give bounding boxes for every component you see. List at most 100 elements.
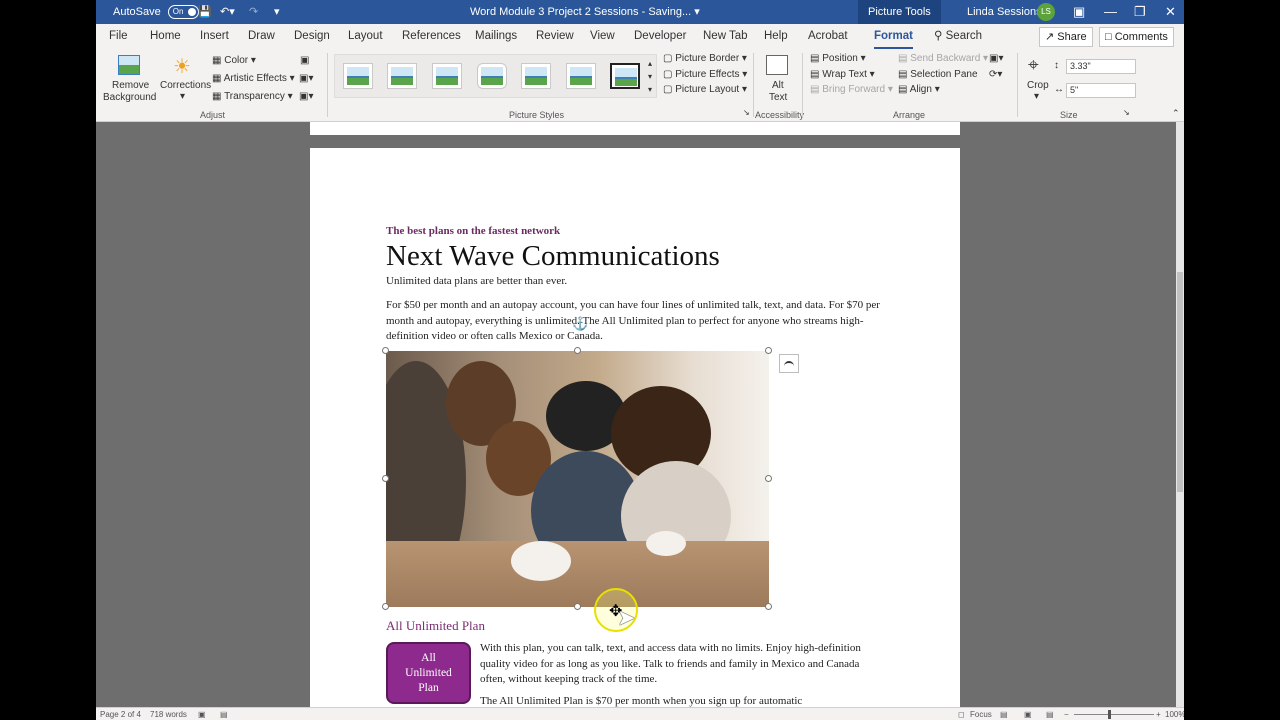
- tagline[interactable]: The best plans on the fastest network: [386, 225, 560, 237]
- tab-references[interactable]: References: [402, 24, 461, 49]
- remove-background-icon[interactable]: [118, 55, 140, 75]
- picture-style-thumbnail[interactable]: [521, 63, 551, 89]
- tab-acrobat[interactable]: Acrobat: [808, 24, 848, 49]
- height-input[interactable]: 3.33": [1066, 59, 1136, 74]
- close-icon[interactable]: ✕: [1165, 0, 1176, 24]
- print-layout-icon[interactable]: ▣: [1024, 710, 1032, 719]
- group-objects-icon[interactable]: ▣▾: [989, 53, 1003, 64]
- rotate-icon[interactable]: ⟳▾: [989, 69, 1002, 80]
- resize-handle-s[interactable]: [574, 603, 581, 610]
- width-input[interactable]: 5": [1066, 83, 1136, 98]
- read-mode-icon[interactable]: ▤: [1000, 710, 1008, 719]
- document-subtitle[interactable]: Unlimited data plans are better than eve…: [386, 275, 567, 287]
- resize-handle-w[interactable]: [382, 475, 389, 482]
- tab-mailings[interactable]: Mailings: [475, 24, 517, 49]
- macro-record-icon[interactable]: ▤: [220, 710, 228, 719]
- bring-forward-button[interactable]: ▤ Bring Forward ▾: [810, 84, 893, 95]
- resize-handle-se[interactable]: [765, 603, 772, 610]
- zoom-in-icon[interactable]: +: [1156, 710, 1161, 719]
- remove-background-button[interactable]: Remove: [112, 80, 149, 91]
- picture-style-thumbnail[interactable]: [610, 63, 640, 89]
- resize-handle-sw[interactable]: [382, 603, 389, 610]
- restore-icon[interactable]: ❐: [1134, 0, 1146, 24]
- crop-icon[interactable]: ⌖: [1028, 55, 1039, 77]
- plan-badge-shape[interactable]: All Unlimited Plan: [386, 642, 471, 704]
- picture-style-thumbnail[interactable]: [343, 63, 373, 89]
- gallery-scroll-up-icon[interactable]: ▴: [648, 59, 652, 68]
- zoom-slider[interactable]: [1074, 714, 1154, 715]
- page-count[interactable]: Page 2 of 4: [100, 710, 141, 719]
- ribbon-display-options-icon[interactable]: ▣: [1073, 0, 1085, 24]
- tab-insert[interactable]: Insert: [200, 24, 229, 49]
- zoom-out-icon[interactable]: −: [1064, 710, 1069, 719]
- gallery-more-icon[interactable]: ▾: [648, 85, 652, 94]
- picture-style-thumbnail[interactable]: [432, 63, 462, 89]
- color-button[interactable]: ▦ Color ▾: [212, 55, 256, 66]
- selected-picture[interactable]: [386, 351, 769, 607]
- plan-paragraph[interactable]: With this plan, you can talk, text, and …: [480, 641, 880, 688]
- redo-icon[interactable]: ↷: [249, 0, 258, 24]
- zoom-level[interactable]: 100%: [1165, 710, 1184, 719]
- picture-effects-button[interactable]: ▢ Picture Effects ▾: [663, 69, 747, 80]
- vertical-scrollbar[interactable]: [1176, 122, 1184, 707]
- resize-handle-ne[interactable]: [765, 347, 772, 354]
- focus-mode-icon[interactable]: ◻: [958, 710, 965, 719]
- save-icon[interactable]: 💾: [198, 0, 212, 24]
- word-count[interactable]: 718 words: [150, 710, 187, 719]
- tab-file[interactable]: File: [109, 24, 128, 49]
- tab-help[interactable]: Help: [764, 24, 788, 49]
- tab-design[interactable]: Design: [294, 24, 330, 49]
- tab-view[interactable]: View: [590, 24, 615, 49]
- artistic-effects-button[interactable]: ▦ Artistic Effects ▾: [212, 73, 295, 84]
- picture-border-button[interactable]: ▢ Picture Border ▾: [663, 53, 747, 64]
- alt-text-icon[interactable]: [766, 55, 788, 75]
- reset-picture-icon[interactable]: ▣▾: [299, 91, 313, 102]
- zoom-slider-thumb[interactable]: [1108, 710, 1111, 719]
- position-button[interactable]: ▤ Position ▾: [810, 53, 866, 64]
- document-heading[interactable]: Next Wave Communications: [386, 240, 720, 273]
- share-button[interactable]: ↗ Share: [1039, 27, 1093, 47]
- crop-dropdown-icon[interactable]: ▾: [1034, 91, 1039, 102]
- corrections-dropdown-icon[interactable]: ▾: [180, 91, 185, 102]
- format-picture-launcher-icon[interactable]: ↘: [743, 108, 750, 117]
- send-backward-button[interactable]: ▤ Send Backward ▾: [898, 53, 988, 64]
- search-box[interactable]: ⚲ Search: [934, 24, 982, 49]
- picture-style-thumbnail[interactable]: [477, 63, 507, 89]
- scrollbar-thumb[interactable]: [1177, 272, 1183, 492]
- gallery-scroll-down-icon[interactable]: ▾: [648, 72, 652, 81]
- tab-home[interactable]: Home: [150, 24, 181, 49]
- tab-format[interactable]: Format: [874, 24, 913, 49]
- crop-button[interactable]: Crop: [1027, 80, 1049, 91]
- resize-handle-nw[interactable]: [382, 347, 389, 354]
- size-launcher-icon[interactable]: ↘: [1123, 108, 1130, 117]
- anchor-icon[interactable]: ⚓: [572, 316, 588, 332]
- tab-review[interactable]: Review: [536, 24, 574, 49]
- selection-pane-button[interactable]: ▤ Selection Pane: [898, 69, 978, 80]
- wrap-text-button[interactable]: ▤ Wrap Text ▾: [810, 69, 875, 80]
- layout-options-button[interactable]: [779, 354, 799, 373]
- focus-mode-button[interactable]: Focus: [970, 710, 992, 719]
- corrections-button[interactable]: Corrections: [160, 80, 211, 91]
- autosave-control[interactable]: AutoSave On: [113, 0, 199, 24]
- align-button[interactable]: ▤ Align ▾: [898, 84, 940, 95]
- compress-pictures-icon[interactable]: ▣: [300, 55, 309, 66]
- web-layout-icon[interactable]: ▤: [1046, 710, 1054, 719]
- quick-access-customize-icon[interactable]: ▾: [274, 0, 280, 24]
- alt-text-button[interactable]: Alt: [772, 80, 784, 91]
- picture-style-thumbnail[interactable]: [387, 63, 417, 89]
- autosave-toggle[interactable]: On: [167, 5, 199, 20]
- collapse-ribbon-icon[interactable]: ⌃: [1172, 108, 1180, 119]
- transparency-button[interactable]: ▦ Transparency ▾: [212, 91, 293, 102]
- proofing-icon[interactable]: ▣: [198, 710, 206, 719]
- title-dropdown-icon[interactable]: ▾: [694, 6, 700, 18]
- avatar[interactable]: LS: [1037, 0, 1055, 24]
- tab-draw[interactable]: Draw: [248, 24, 275, 49]
- resize-handle-e[interactable]: [765, 475, 772, 482]
- user-name[interactable]: Linda Sessions: [967, 0, 1042, 24]
- tab-new-tab[interactable]: New Tab: [703, 24, 748, 49]
- plan-price-paragraph[interactable]: The All Unlimited Plan is $70 per month …: [480, 695, 890, 707]
- intro-paragraph[interactable]: For $50 per month and an autopay account…: [386, 298, 886, 345]
- resize-handle-n[interactable]: [574, 347, 581, 354]
- comments-button[interactable]: □ Comments: [1099, 27, 1174, 47]
- picture-style-thumbnail[interactable]: [566, 63, 596, 89]
